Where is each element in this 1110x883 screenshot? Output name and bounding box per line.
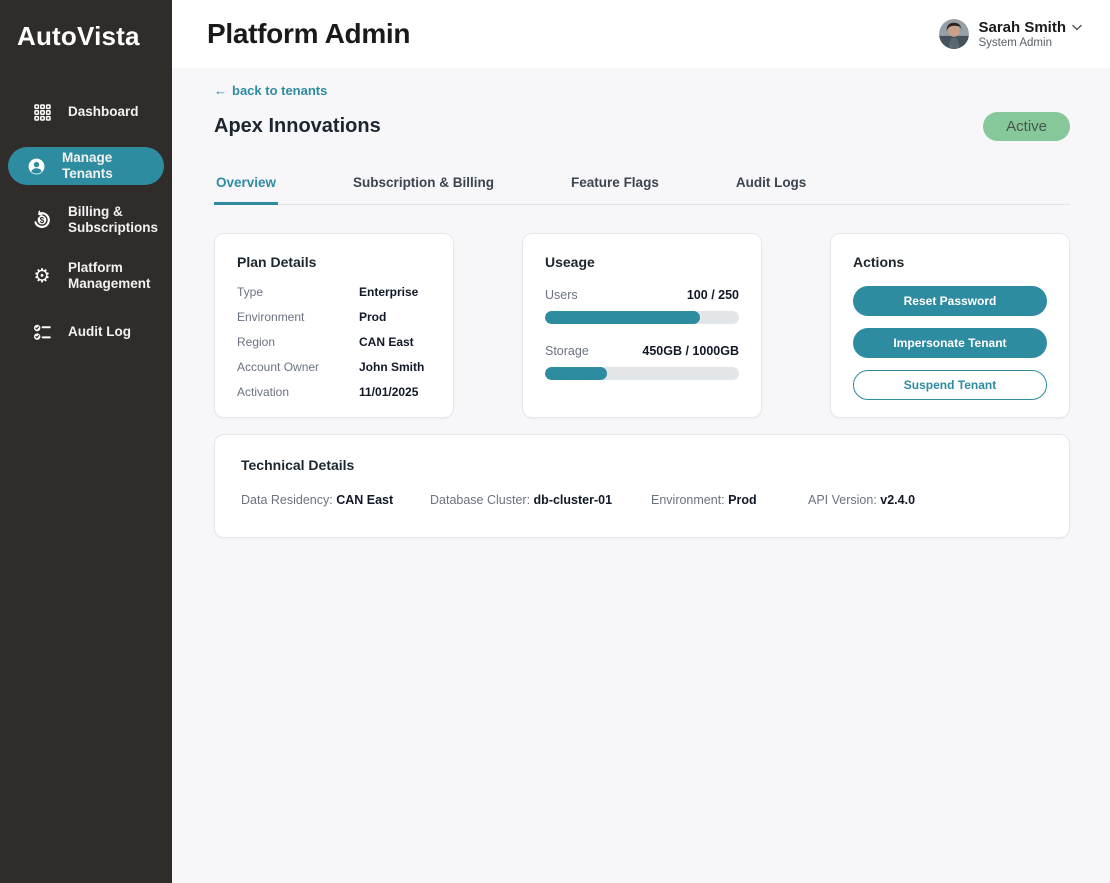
usage-card: Useage Users 100 / 250 Storage 450GB / 1… [522,233,762,418]
plan-row-value: Enterprise [359,285,418,299]
tab-bar: Overview Subscription & Billing Feature … [214,175,1070,205]
tech-item-api-version: API Version: v2.4.0 [808,493,1043,507]
sidebar-item-label: Platform Management [68,260,154,291]
sidebar-item-platform-management[interactable]: ⚙ Platform Management [8,255,164,297]
storage-progress-fill [545,367,607,380]
back-to-tenants-link[interactable]: ← back to tenants [214,83,327,98]
actions-card: Actions Reset Password Impersonate Tenan… [830,233,1070,418]
sidebar-item-audit-log[interactable]: Audit Log [8,311,164,353]
plan-row-type: Type Enterprise [237,285,431,299]
content: ← back to tenants Apex Innovations Activ… [172,68,1110,883]
sidebar: AutoVista Dashboard [0,0,172,883]
user-role: System Admin [978,37,1082,50]
plan-row-activation: Activation 11/01/2025 [237,385,431,399]
tech-item-environment: Environment: Prod [651,493,808,507]
users-meter: Users 100 / 250 [545,288,739,324]
sidebar-item-label: Manage Tenants [62,150,154,181]
plan-row-label: Region [237,335,359,349]
storage-progress-track [545,367,739,380]
back-arrow-icon: ← [214,83,227,98]
plan-row-region: Region CAN East [237,335,431,349]
plan-row-value: CAN East [359,335,414,349]
users-progress-fill [545,311,700,324]
suspend-tenant-button[interactable]: Suspend Tenant [853,370,1047,400]
plan-details-title: Plan Details [237,254,431,270]
plan-row-value: John Smith [359,360,424,374]
technical-details-title: Technical Details [241,457,1043,473]
billing-dollar-icon: $ [32,210,52,230]
sidebar-nav: Dashboard Manage Tenants $ [0,84,172,360]
technical-details-card: Technical Details Data Residency: CAN Ea… [214,434,1070,538]
sidebar-item-label: Audit Log [68,324,131,340]
person-icon [26,156,46,176]
users-meter-value: 100 / 250 [687,288,739,302]
users-progress-track [545,311,739,324]
avatar [939,19,969,49]
tab-subscription-billing[interactable]: Subscription & Billing [351,175,496,205]
plan-row-label: Type [237,285,359,299]
plan-row-label: Activation [237,385,359,399]
sidebar-item-dashboard[interactable]: Dashboard [8,91,164,133]
sidebar-item-manage-tenants[interactable]: Manage Tenants [8,147,164,185]
plan-row-label: Account Owner [237,360,359,374]
actions-title: Actions [853,254,1047,270]
plan-row-environment: Environment Prod [237,310,431,324]
page-title-header: Platform Admin [207,18,410,50]
tab-feature-flags[interactable]: Feature Flags [569,175,661,205]
plan-details-card: Plan Details Type Enterprise Environment… [214,233,454,418]
tech-item-data-residency: Data Residency: CAN East [241,493,430,507]
tech-item-database-cluster: Database Cluster: db-cluster-01 [430,493,651,507]
grid-icon [32,102,52,122]
tab-overview[interactable]: Overview [214,175,278,205]
app-logo: AutoVista [0,0,172,78]
top-header: Platform Admin Sarah Smith [172,0,1110,68]
impersonate-tenant-button[interactable]: Impersonate Tenant [853,328,1047,358]
tab-audit-logs[interactable]: Audit Logs [734,175,809,205]
users-meter-label: Users [545,288,578,302]
plan-row-value: Prod [359,310,386,324]
main-area: Platform Admin Sarah Smith [172,0,1110,883]
plan-row-label: Environment [237,310,359,324]
status-badge: Active [983,112,1070,141]
plan-row-value: 11/01/2025 [359,385,418,399]
user-name: Sarah Smith [978,19,1066,36]
sidebar-item-billing-subscriptions[interactable]: $ Billing & Subscriptions [8,199,164,241]
back-link-label: back to tenants [232,83,327,98]
usage-title: Useage [545,254,739,270]
storage-meter-label: Storage [545,344,589,358]
svg-text:$: $ [40,216,45,225]
sidebar-item-label: Billing & Subscriptions [68,204,158,235]
sidebar-item-label: Dashboard [68,104,139,120]
storage-meter-value: 450GB / 1000GB [642,344,739,358]
chevron-down-icon [1072,18,1082,36]
tenant-name-title: Apex Innovations [214,115,381,138]
user-menu[interactable]: Sarah Smith System Admin [939,18,1082,50]
storage-meter: Storage 450GB / 1000GB [545,344,739,380]
plan-row-account-owner: Account Owner John Smith [237,360,431,374]
checklist-icon [32,322,52,342]
reset-password-button[interactable]: Reset Password [853,286,1047,316]
gear-icon: ⚙ [32,266,52,286]
